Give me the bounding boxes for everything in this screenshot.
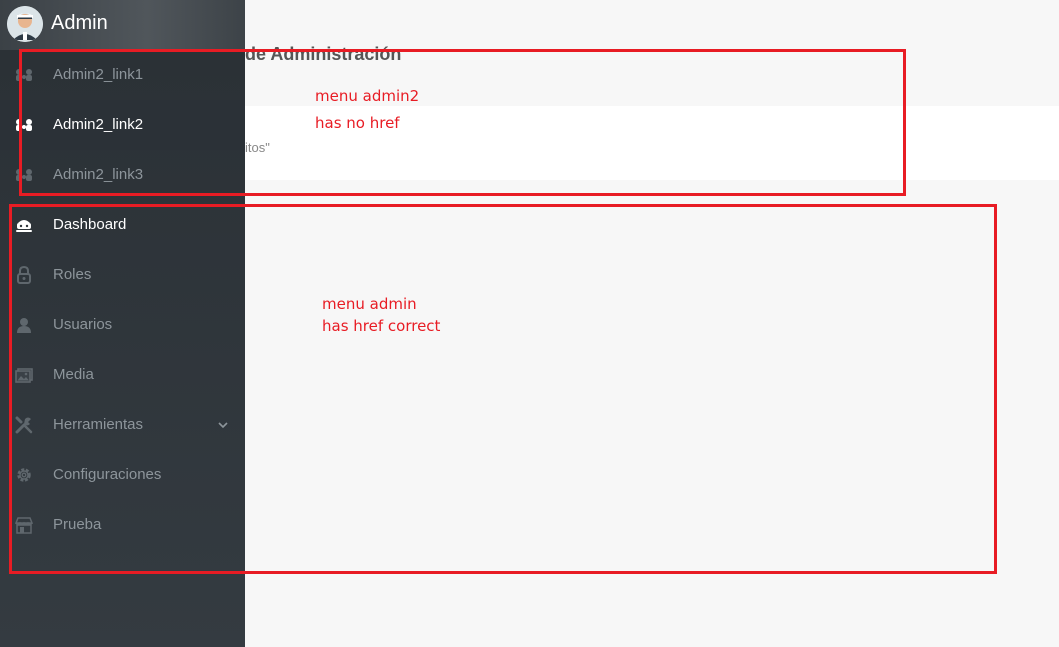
annotation-line: menu admin <box>322 295 417 313</box>
annotation-box-admin2-menu <box>19 49 906 196</box>
annotation-line: has href correct <box>322 317 441 335</box>
user-avatar-icon <box>7 6 43 42</box>
brand-name: Admin <box>51 12 108 34</box>
sidebar-brand[interactable]: Admin <box>0 0 245 50</box>
annotation-line: menu admin2 <box>315 87 420 105</box>
annotation-text-admin: menu admin has href correct <box>322 293 440 337</box>
annotation-line: has no href <box>315 114 400 132</box>
annotation-text-admin2: menu admin2 has no href <box>315 85 419 134</box>
annotation-box-admin-menu <box>9 204 997 574</box>
